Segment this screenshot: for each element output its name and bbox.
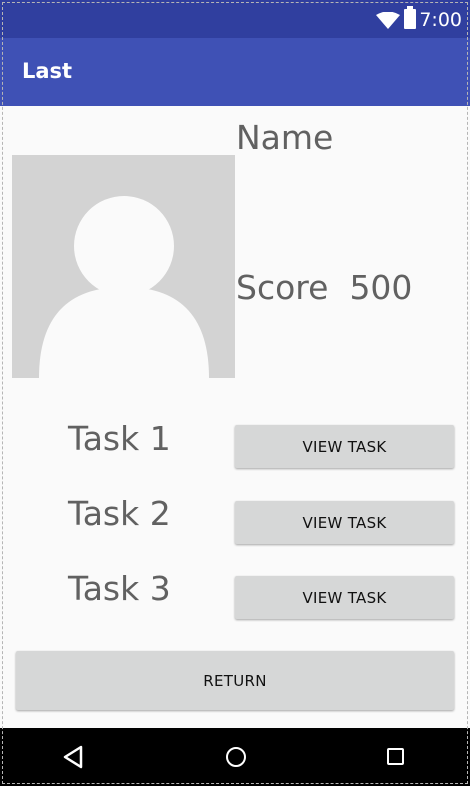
avatar-silhouette <box>39 196 209 378</box>
home-icon[interactable] <box>226 747 246 767</box>
navigation-bar <box>0 728 470 786</box>
score-label: Score <box>236 268 329 307</box>
main-content: Name Score 500 Task 1 VIEW TASK Task 2 VI… <box>0 106 470 728</box>
score-value: 500 <box>349 268 413 307</box>
task-1-label: Task 1 <box>68 419 171 458</box>
view-task-1-button[interactable]: VIEW TASK <box>235 425 454 468</box>
person-placeholder-icon <box>12 155 235 378</box>
view-task-2-button[interactable]: VIEW TASK <box>235 501 454 544</box>
score-row: Score 500 <box>236 268 412 307</box>
wifi-icon <box>376 12 400 29</box>
view-task-3-button[interactable]: VIEW TASK <box>235 576 454 619</box>
app-bar: Last <box>0 38 470 106</box>
task-2-label: Task 2 <box>68 494 171 533</box>
return-button[interactable]: RETURN <box>16 651 454 710</box>
back-icon[interactable] <box>62 745 84 769</box>
battery-icon <box>404 6 416 29</box>
app-title: Last <box>22 59 73 83</box>
status-bar: 7:00 <box>0 0 470 38</box>
recents-icon[interactable] <box>387 748 404 765</box>
status-time: 7:00 <box>419 9 462 31</box>
task-3-label: Task 3 <box>68 569 171 608</box>
player-name: Name <box>236 118 334 157</box>
